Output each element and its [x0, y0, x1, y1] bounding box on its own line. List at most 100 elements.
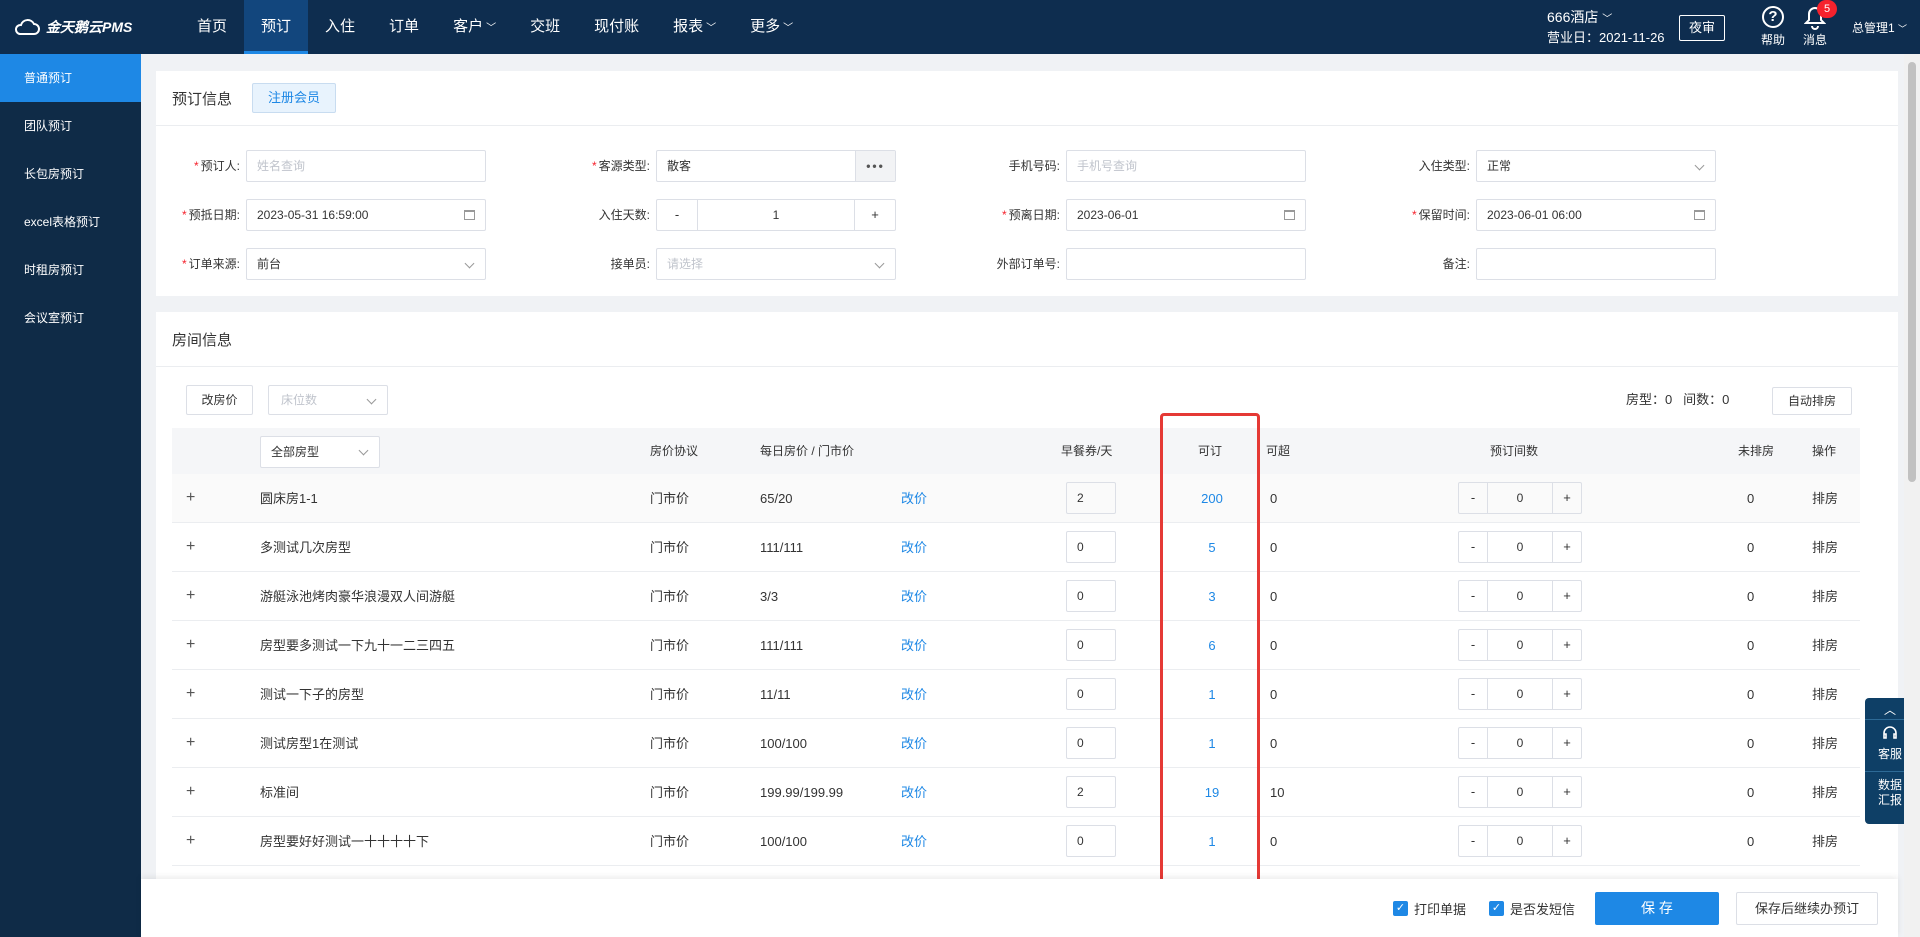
assign-room-action[interactable]: 排房 — [1812, 572, 1838, 621]
save-and-continue-button[interactable]: 保存后继续办预订 — [1736, 892, 1878, 925]
booked-count-value[interactable]: 0 — [1487, 826, 1553, 856]
nav-item-5[interactable]: 交班 — [513, 0, 577, 54]
expand-plus-icon[interactable]: + — [186, 719, 195, 768]
assign-room-action[interactable]: 排房 — [1812, 474, 1838, 523]
brand-logo[interactable]: 金天鹅云PMS — [14, 14, 132, 40]
arrival-date-picker[interactable]: 2023-05-31 16:59:00 — [246, 199, 486, 231]
nav-item-3[interactable]: 订单 — [372, 0, 436, 54]
external-order-input[interactable] — [1066, 248, 1306, 280]
breakfast-input[interactable]: 0 — [1066, 825, 1116, 857]
expand-plus-icon[interactable]: + — [186, 670, 195, 719]
change-room-price-button[interactable]: 改房价 — [186, 385, 253, 415]
booked-minus-button[interactable]: - — [1459, 483, 1487, 513]
night-audit-button[interactable]: 夜审 — [1679, 15, 1725, 41]
user-menu[interactable]: 总管理1 ﹀ — [1852, 19, 1907, 36]
breakfast-input[interactable]: 0 — [1066, 629, 1116, 661]
remark-input[interactable] — [1476, 248, 1716, 280]
booked-count-value[interactable]: 0 — [1487, 532, 1553, 562]
departure-date-picker[interactable]: 2023-06-01 — [1066, 199, 1306, 231]
breakfast-input[interactable]: 0 — [1066, 678, 1116, 710]
help-button[interactable]: ? 帮助 — [1758, 6, 1788, 48]
nav-item-0[interactable]: 首页 — [180, 0, 244, 54]
edit-price-link[interactable]: 改价 — [901, 817, 927, 866]
booked-plus-button[interactable]: + — [1553, 728, 1581, 758]
booked-count-value[interactable]: 0 — [1487, 630, 1553, 660]
booked-plus-button[interactable]: + — [1553, 630, 1581, 660]
nav-item-8[interactable]: 更多 ﹀ — [733, 0, 810, 54]
available-count-link[interactable]: 5 — [1182, 523, 1242, 572]
booked-count-value[interactable]: 0 — [1487, 777, 1553, 807]
booked-minus-button[interactable]: - — [1459, 581, 1487, 611]
assign-room-action[interactable]: 排房 — [1812, 621, 1838, 670]
booked-plus-button[interactable]: + — [1553, 679, 1581, 709]
nav-item-4[interactable]: 客户 ﹀ — [436, 0, 513, 54]
send-sms-checkbox[interactable]: ✓ 是否发短信 — [1489, 898, 1575, 918]
breakfast-input[interactable]: 2 — [1066, 776, 1116, 808]
more-dots-button[interactable]: ••• — [855, 151, 895, 181]
booked-count-value[interactable]: 0 — [1487, 728, 1553, 758]
assign-room-action[interactable]: 排房 — [1812, 670, 1838, 719]
booked-minus-button[interactable]: - — [1459, 679, 1487, 709]
booked-count-value[interactable]: 0 — [1487, 679, 1553, 709]
expand-plus-icon[interactable]: + — [186, 817, 195, 866]
available-count-link[interactable]: 1 — [1182, 719, 1242, 768]
messages-button[interactable]: 5 消息 — [1800, 0, 1837, 48]
booked-minus-button[interactable]: - — [1459, 826, 1487, 856]
assign-room-action[interactable]: 排房 — [1812, 523, 1838, 572]
hold-time-picker[interactable]: 2023-06-01 06:00 — [1476, 199, 1716, 231]
expand-plus-icon[interactable]: + — [186, 523, 195, 572]
breakfast-input[interactable]: 2 — [1066, 482, 1116, 514]
checkin-type-select[interactable]: 正常 — [1476, 150, 1716, 182]
available-count-link[interactable]: 6 — [1182, 621, 1242, 670]
booked-plus-button[interactable]: + — [1553, 826, 1581, 856]
available-count-link[interactable]: 19 — [1182, 768, 1242, 817]
receiver-select[interactable]: 请选择 — [656, 248, 896, 280]
scrollbar-thumb[interactable] — [1908, 62, 1916, 482]
nav-item-2[interactable]: 入住 — [308, 0, 372, 54]
booked-count-value[interactable]: 0 — [1487, 581, 1553, 611]
expand-plus-icon[interactable]: + — [186, 572, 195, 621]
expand-plus-icon[interactable]: + — [186, 768, 195, 817]
available-count-link[interactable]: 1 — [1182, 670, 1242, 719]
booked-minus-button[interactable]: - — [1459, 728, 1487, 758]
booked-minus-button[interactable]: - — [1459, 532, 1487, 562]
nav-item-1[interactable]: 预订 — [244, 0, 309, 54]
sidebar-item-5[interactable]: 会议室预订 — [0, 294, 141, 342]
booked-minus-button[interactable]: - — [1459, 630, 1487, 660]
assign-room-action[interactable]: 排房 — [1812, 719, 1838, 768]
sidebar-item-1[interactable]: 团队预订 — [0, 102, 141, 150]
available-count-link[interactable]: 3 — [1182, 572, 1242, 621]
edit-price-link[interactable]: 改价 — [901, 572, 927, 621]
stay-days-value[interactable]: 1 — [697, 200, 855, 230]
sidebar-item-0[interactable]: 普通预订 — [0, 54, 141, 102]
sidebar-item-4[interactable]: 时租房预订 — [0, 246, 141, 294]
booked-plus-button[interactable]: + — [1553, 581, 1581, 611]
booker-input[interactable]: 姓名查询 — [246, 150, 486, 182]
breakfast-input[interactable]: 0 — [1066, 727, 1116, 759]
breakfast-input[interactable]: 0 — [1066, 580, 1116, 612]
booked-minus-button[interactable]: - — [1459, 777, 1487, 807]
edit-price-link[interactable]: 改价 — [901, 474, 927, 523]
assign-room-action[interactable]: 排房 — [1812, 817, 1838, 866]
edit-price-link[interactable]: 改价 — [901, 719, 927, 768]
sidebar-item-2[interactable]: 长包房预订 — [0, 150, 141, 198]
expand-plus-icon[interactable]: + — [186, 621, 195, 670]
bed-count-select[interactable]: 床位数 — [268, 385, 388, 415]
auto-assign-button[interactable]: 自动排房 — [1772, 387, 1852, 415]
source-type-field[interactable]: 散客 ••• — [656, 150, 896, 182]
room-type-filter-select[interactable]: 全部房型 — [260, 436, 380, 468]
booked-count-value[interactable]: 0 — [1487, 483, 1553, 513]
stay-days-plus-button[interactable]: + — [855, 200, 895, 230]
print-receipt-checkbox[interactable]: ✓ 打印单据 — [1393, 898, 1466, 918]
nav-item-7[interactable]: 报表 ﹀ — [656, 0, 733, 54]
sidebar-item-3[interactable]: excel表格预订 — [0, 198, 141, 246]
edit-price-link[interactable]: 改价 — [901, 621, 927, 670]
edit-price-link[interactable]: 改价 — [901, 768, 927, 817]
available-count-link[interactable]: 200 — [1182, 474, 1242, 523]
booked-plus-button[interactable]: + — [1553, 777, 1581, 807]
assign-room-action[interactable]: 排房 — [1812, 768, 1838, 817]
stay-days-minus-button[interactable]: - — [657, 200, 697, 230]
edit-price-link[interactable]: 改价 — [901, 670, 927, 719]
nav-item-6[interactable]: 现付账 — [577, 0, 656, 54]
hotel-selector[interactable]: 666酒店 ﹀ — [1547, 8, 1612, 29]
